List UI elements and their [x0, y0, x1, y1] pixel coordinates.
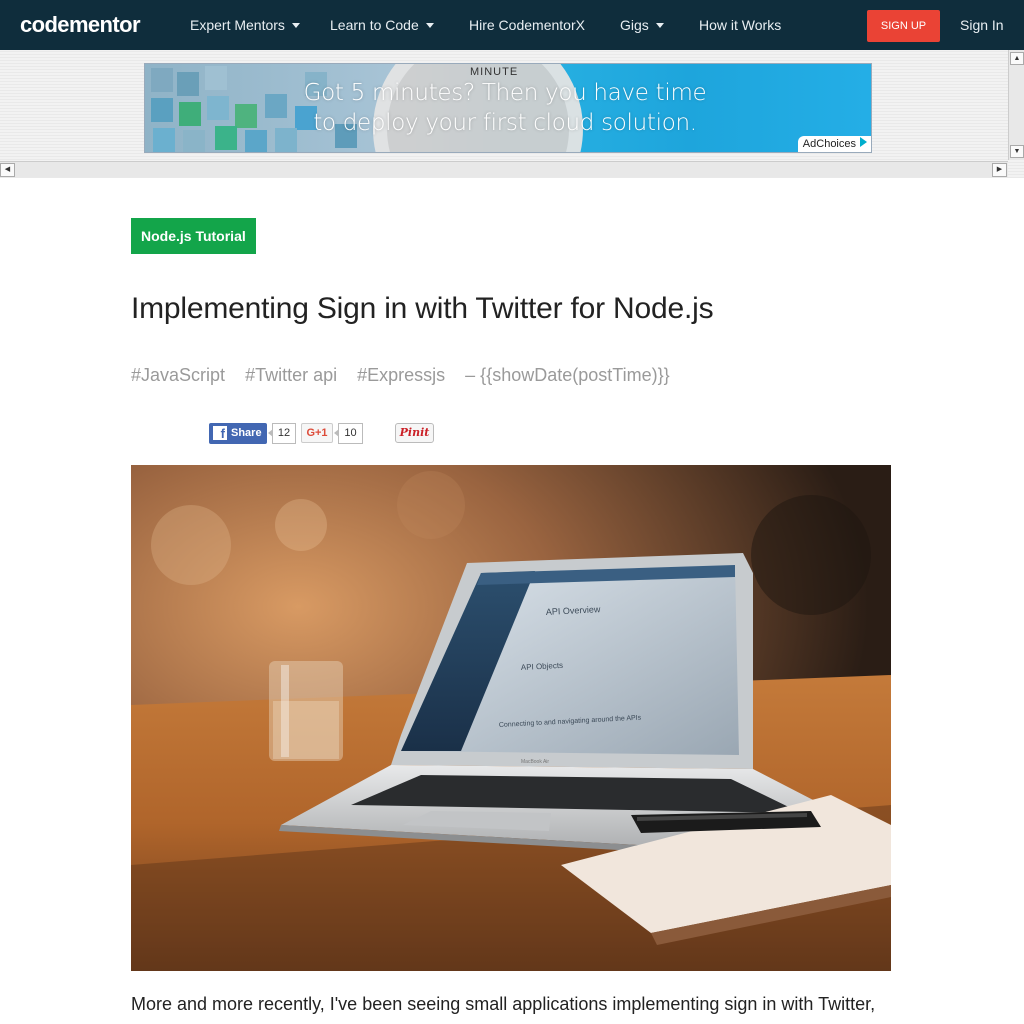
nav-how-it-works[interactable]: How it Works: [699, 17, 781, 33]
nav-hire-codementorx[interactable]: Hire CodementorX: [469, 17, 585, 33]
ad-line-1: Got 5 minutes? Then you have time: [303, 80, 707, 106]
adchoices-label: AdChoices: [802, 138, 856, 150]
water-glass: [269, 661, 343, 761]
facebook-share-count: 12: [268, 423, 296, 444]
facebook-share-label: Share: [231, 427, 262, 439]
facebook-share-button[interactable]: f Share: [209, 423, 267, 444]
nav-label: How it Works: [699, 17, 782, 33]
nav-label: Expert Mentors: [190, 17, 285, 33]
nav-label: Gigs: [620, 17, 649, 33]
sign-in-link[interactable]: Sign In: [960, 17, 1004, 33]
sign-up-button[interactable]: SIGN UP: [867, 10, 940, 42]
tag-twitter-api[interactable]: #Twitter api: [245, 365, 337, 385]
tag-expressjs[interactable]: #Expressjs: [357, 365, 445, 385]
article-lead-paragraph: More and more recently, I've been seeing…: [131, 994, 876, 1014]
google-plus-button[interactable]: G+1: [301, 423, 333, 443]
post-date: – {{showDate(postTime)}}: [465, 365, 670, 385]
tag-javascript[interactable]: #JavaScript: [131, 365, 225, 385]
tag-list: #JavaScript #Twitter api #Expressjs – {{…: [131, 365, 685, 386]
top-navbar: codementor Expert Mentors Learn to Code …: [0, 0, 1024, 50]
nav-learn-to-code[interactable]: Learn to Code: [330, 17, 434, 33]
nav-label: Learn to Code: [330, 17, 419, 33]
caret-down-icon: [425, 23, 434, 28]
article-title: Implementing Sign in with Twitter for No…: [131, 292, 714, 325]
ad-dial-text: MINUTE: [470, 66, 519, 78]
scroll-down-arrow-icon[interactable]: ▼: [1010, 145, 1024, 158]
scroll-up-arrow-icon[interactable]: ▲: [1010, 52, 1024, 65]
nav-expert-mentors[interactable]: Expert Mentors: [190, 17, 300, 33]
caret-down-icon: [655, 23, 664, 28]
ad-headline: Got 5 minutes? Then you have time to dep…: [295, 78, 715, 138]
pinterest-pin-button[interactable]: Pinit: [395, 423, 434, 443]
scroll-right-arrow-icon[interactable]: ▶: [992, 163, 1007, 177]
adchoices-icon: [860, 137, 867, 147]
category-badge[interactable]: Node.js Tutorial: [131, 218, 256, 254]
caret-down-icon: [291, 23, 300, 28]
ad-horizontal-scrollbar[interactable]: ◀ ▶: [0, 161, 1008, 177]
adchoices-badge[interactable]: AdChoices: [797, 136, 871, 152]
facebook-icon: f: [213, 426, 227, 441]
laptop-brand: MacBook Air: [521, 759, 549, 765]
google-plus-count: 10: [334, 423, 363, 444]
hero-image: API Overview API Objects Connecting to a…: [131, 465, 891, 971]
codementor-logo[interactable]: codementor: [20, 12, 141, 38]
nav-gigs[interactable]: Gigs: [620, 17, 664, 33]
scroll-left-arrow-icon[interactable]: ◀: [0, 163, 15, 177]
ad-line-2: to deploy your first cloud solution.: [313, 110, 697, 136]
ad-banner[interactable]: MINUTE Got 5 minutes? Then you have time…: [144, 63, 872, 153]
ad-vertical-scrollbar[interactable]: ▲ ▼: [1008, 50, 1024, 160]
laptop-photo: API Overview API Objects Connecting to a…: [131, 465, 891, 971]
nav-label: Hire CodementorX: [469, 17, 585, 33]
